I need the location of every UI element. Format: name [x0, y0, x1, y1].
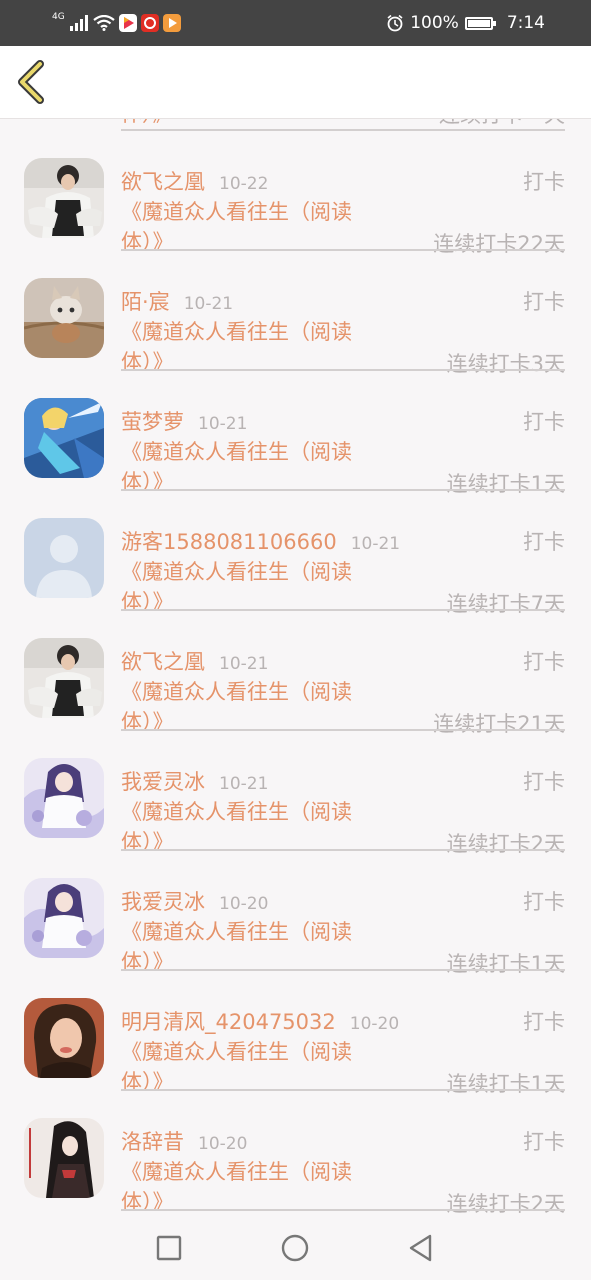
avatar-image — [24, 518, 104, 598]
avatar-image — [24, 998, 104, 1078]
avatar[interactable] — [24, 158, 104, 238]
avatar[interactable] — [24, 518, 104, 598]
book-title[interactable]: 《魔道众人看往生（阅读体）》 — [121, 917, 389, 977]
avatar-image — [24, 278, 104, 358]
avatar-image — [24, 758, 104, 838]
signal-icon — [69, 15, 88, 31]
back-icon[interactable] — [404, 1231, 438, 1265]
status-bar: 4G 100% 7:14 — [0, 0, 591, 46]
book-title[interactable]: 《魔道众人看往生（阅读体）》 — [121, 677, 389, 737]
header — [0, 46, 591, 119]
user-name-text: 欲飞之凰 — [121, 650, 205, 674]
network-type: 4G — [52, 11, 65, 22]
status-right: 100% 7:14 — [386, 10, 545, 36]
wifi-icon — [93, 15, 115, 31]
user-name[interactable]: 游客1588081106660 10-21 — [121, 526, 400, 556]
book-title[interactable]: 《魔道众人看往生（阅读体）》 — [121, 557, 389, 617]
avatar-image — [24, 158, 104, 238]
home-icon[interactable] — [278, 1231, 312, 1265]
avatar[interactable] — [24, 278, 104, 358]
user-name-text: 明月清风_420475032 — [121, 1010, 336, 1034]
checkin-label: 打卡 — [523, 650, 565, 674]
book-title[interactable]: 《魔道众人看往生（阅读体）》 — [121, 437, 389, 497]
user-name[interactable]: 萤梦萝 10-21 — [121, 406, 247, 436]
checkin-date: 10-20 — [198, 1134, 248, 1154]
avatar-image — [24, 398, 104, 478]
user-name[interactable]: 我爱灵冰 10-20 — [121, 886, 268, 916]
list-item[interactable]: 陌·宸 10-21 打卡 《魔道众人看往生（阅读体）》 连续打卡3天 — [0, 251, 591, 376]
checkin-label: 打卡 — [523, 1010, 565, 1034]
user-name-text: 洛辞昔 — [121, 1130, 184, 1154]
avatar[interactable] — [24, 998, 104, 1078]
checkin-label: 打卡 — [523, 530, 565, 554]
battery-level — [467, 19, 490, 27]
avatar[interactable] — [24, 758, 104, 838]
clock: 7:14 — [506, 13, 545, 33]
checkin-label: 打卡 — [523, 890, 565, 914]
list-item-partial[interactable]: 体）》 连续打卡**天 — [0, 119, 591, 131]
partial-title: 体）》 — [121, 119, 389, 129]
checkin-label: 打卡 — [523, 290, 565, 314]
user-name-text: 陌·宸 — [121, 290, 170, 314]
user-name[interactable]: 洛辞昔 10-20 — [121, 1126, 247, 1156]
book-title[interactable]: 《魔道众人看往生（阅读体）》 — [121, 197, 389, 257]
user-name[interactable]: 明月清风_420475032 10-20 — [121, 1006, 399, 1036]
list-item[interactable]: 游客1588081106660 10-21 打卡 《魔道众人看往生（阅读体）》 连续打卡… — [0, 491, 591, 616]
user-name-text: 我爱灵冰 — [121, 770, 205, 794]
recent-apps-icon[interactable] — [152, 1231, 186, 1265]
video-app-icon — [118, 14, 137, 32]
chevron-left-icon[interactable] — [14, 60, 50, 104]
checkin-date: 10-21 — [219, 654, 269, 674]
user-name-text: 欲飞之凰 — [121, 170, 205, 194]
checkin-date: 10-22 — [219, 174, 269, 194]
list-item[interactable]: 欲飞之凰 10-22 打卡 《魔道众人看往生（阅读体）》 连续打卡22天 — [0, 131, 591, 256]
status-left: 4G — [52, 10, 181, 36]
checkin-date: 10-21 — [350, 534, 401, 554]
checkin-date: 10-20 — [219, 894, 269, 914]
list-item[interactable]: 我爱灵冰 10-21 打卡 《魔道众人看往生（阅读体）》 连续打卡2天 — [0, 731, 591, 856]
user-name-text: 我爱灵冰 — [121, 890, 205, 914]
avatar[interactable] — [24, 1118, 104, 1198]
list-item[interactable]: 我爱灵冰 10-20 打卡 《魔道众人看往生（阅读体）》 连续打卡1天 — [0, 851, 591, 976]
avatar-image — [24, 878, 104, 958]
list-item[interactable]: 洛辞昔 10-20 打卡 《魔道众人看往生（阅读体）》 连续打卡2天 — [0, 1091, 591, 1215]
avatar-image — [24, 1118, 104, 1198]
book-title[interactable]: 《魔道众人看往生（阅读体）》 — [121, 1157, 389, 1215]
user-name-text: 萤梦萝 — [121, 410, 184, 434]
list-item[interactable]: 欲飞之凰 10-21 打卡 《魔道众人看往生（阅读体）》 连续打卡21天 — [0, 611, 591, 736]
checkin-label: 打卡 — [523, 1130, 565, 1154]
checkin-date: 10-21 — [198, 414, 248, 434]
checkin-list[interactable]: 体）》 连续打卡**天 欲飞之凰10-22打卡《魔道众人看往生（阅读体）》连续打… — [0, 119, 591, 1215]
checkin-label: 打卡 — [523, 170, 565, 194]
user-name-text: 游客1588081106660 — [121, 530, 337, 554]
book-title[interactable]: 《魔道众人看往生（阅读体）》 — [121, 797, 389, 857]
user-name[interactable]: 欲飞之凰 10-21 — [121, 646, 268, 676]
checkin-date: 10-21 — [219, 774, 269, 794]
avatar[interactable] — [24, 638, 104, 718]
avatar[interactable] — [24, 878, 104, 958]
checkin-date: 10-20 — [349, 1014, 400, 1034]
user-name[interactable]: 我爱灵冰 10-21 — [121, 766, 268, 796]
player-app-icon — [162, 14, 181, 32]
avatar[interactable] — [24, 398, 104, 478]
checkin-label: 打卡 — [523, 410, 565, 434]
divider — [121, 1209, 565, 1211]
checkin-date: 10-21 — [183, 294, 234, 314]
book-title[interactable]: 《魔道众人看往生（阅读体）》 — [121, 1037, 389, 1097]
list-item[interactable]: 萤梦萝 10-21 打卡 《魔道众人看往生（阅读体）》 连续打卡1天 — [0, 371, 591, 496]
list-item[interactable]: 明月清风_420475032 10-20 打卡 《魔道众人看往生（阅读体）》 连续打卡1… — [0, 971, 591, 1096]
checkin-label: 打卡 — [523, 770, 565, 794]
alarm-icon — [387, 14, 403, 32]
shopping-app-icon — [140, 14, 159, 32]
battery-percent: 100% — [410, 13, 459, 33]
user-name[interactable]: 陌·宸 10-21 — [121, 286, 233, 316]
book-title[interactable]: 《魔道众人看往生（阅读体）》 — [121, 317, 389, 377]
avatar-image — [24, 638, 104, 718]
rows-container: 欲飞之凰 10-22 打卡 《魔道众人看往生（阅读体）》 连续打卡22天 陌·宸 10-21… — [0, 131, 591, 1215]
partial-streak: 连续打卡**天 — [439, 119, 565, 129]
system-nav-bar — [0, 1215, 591, 1280]
user-name[interactable]: 欲飞之凰 10-22 — [121, 166, 268, 196]
battery-icon — [464, 16, 496, 30]
